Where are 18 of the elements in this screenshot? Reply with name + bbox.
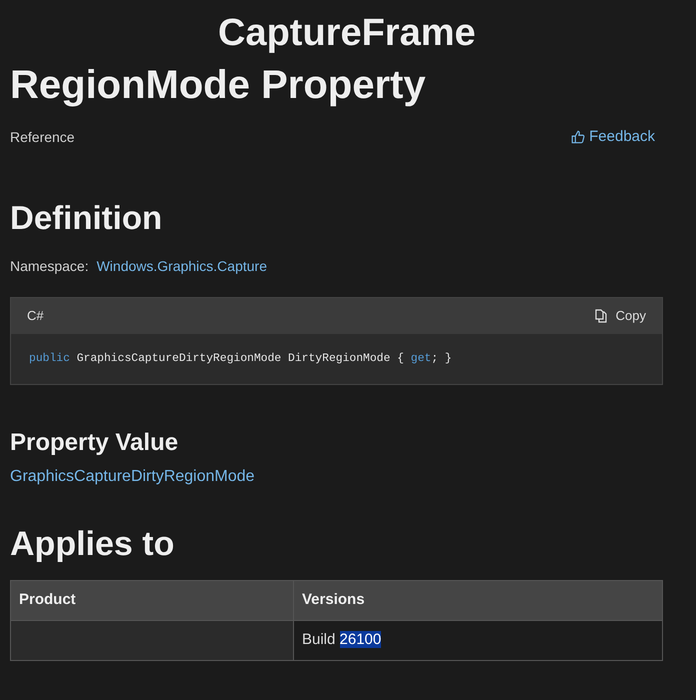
feedback-link[interactable]: Feedback: [571, 126, 655, 148]
code-line: public GraphicsCaptureDirtyRegionMode DirtyRegionMode { get; }: [29, 353, 452, 365]
table-cell: Build 26100: [294, 620, 662, 661]
page-title: RegionMode Property: [10, 63, 426, 107]
column-header: Product: [10, 580, 294, 621]
section-heading: Property Value: [10, 429, 178, 456]
subtitle: Reference: [10, 128, 75, 147]
type-link[interactable]: GraphicsCaptureDirtyRegionMode: [10, 468, 255, 486]
namespace-label: Namespace:: [10, 257, 89, 276]
copy-button[interactable]: Copy: [594, 306, 646, 326]
section-heading: Definition: [10, 198, 162, 236]
namespace-link[interactable]: Windows.Graphics.Capture: [96, 256, 267, 277]
copy-icon: [594, 309, 608, 323]
section-heading: Applies to: [10, 525, 174, 564]
language-label: C#: [27, 307, 44, 326]
page-title: CaptureFrame: [217, 11, 477, 56]
column-header: Versions: [294, 580, 662, 621]
thumbs-up-icon: [571, 130, 586, 144]
